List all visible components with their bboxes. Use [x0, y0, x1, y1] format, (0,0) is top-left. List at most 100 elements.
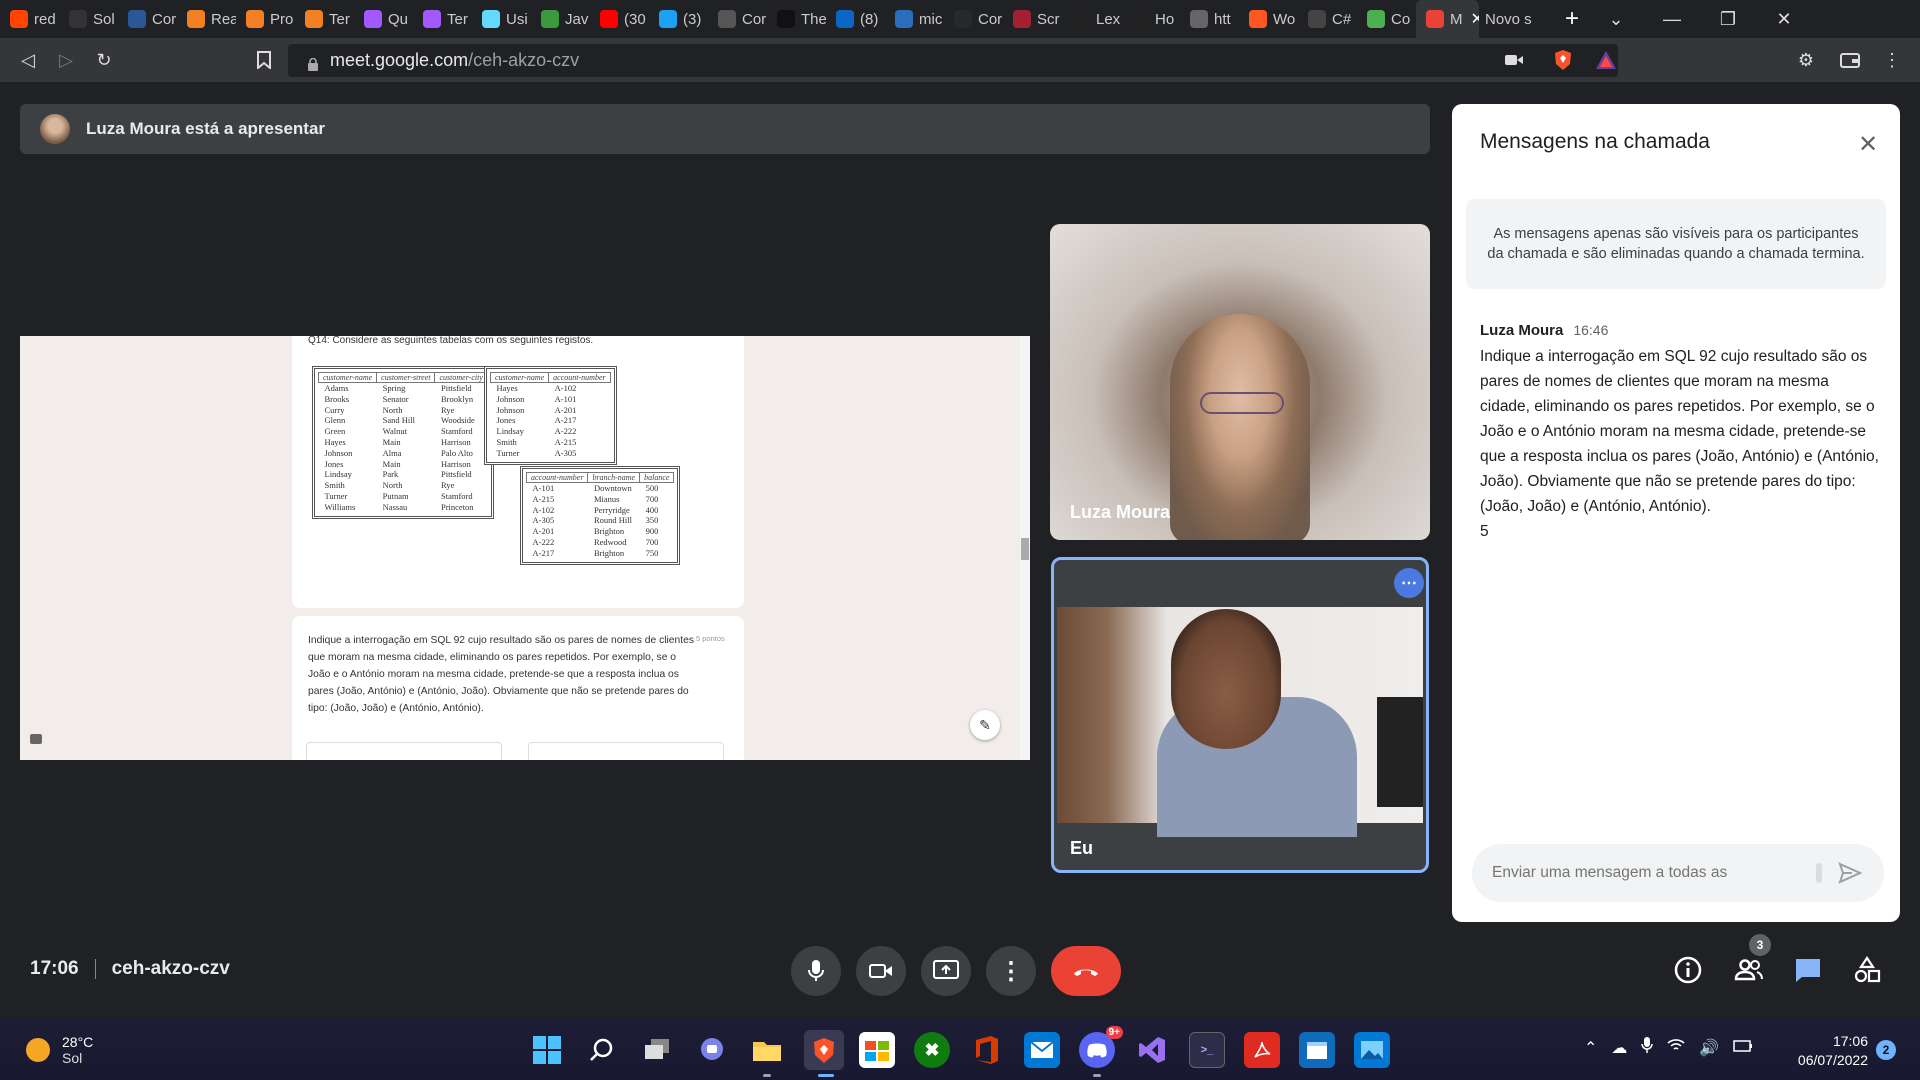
browser-tab[interactable]: Ter	[295, 0, 354, 38]
tab-search-icon[interactable]: ⌄	[1588, 0, 1644, 38]
browser-tab[interactable]: (8)	[826, 0, 885, 38]
depositor-table-grid: customer-name account-number Hayes A-102 J…	[489, 372, 611, 459]
bookmark-icon[interactable]	[248, 44, 280, 76]
participant-tile-self[interactable]: ⋯ Eu	[1051, 557, 1429, 873]
browser-tab[interactable]: Cor	[944, 0, 1003, 38]
wallet-icon[interactable]	[1834, 44, 1866, 76]
microsoft-store-icon[interactable]	[859, 1032, 895, 1068]
chat-input[interactable]	[1492, 864, 1812, 882]
send-icon[interactable]	[1836, 859, 1864, 887]
browser-tab-label: The	[801, 10, 826, 28]
acrobat-reader-icon[interactable]	[1244, 1032, 1280, 1068]
browser-tab[interactable]: mic	[885, 0, 944, 38]
microphone-button[interactable]	[791, 946, 841, 996]
browser-tab[interactable]: Novo s	[1479, 0, 1555, 38]
brave-active-dot	[818, 1074, 834, 1077]
browser-tab[interactable]: Co	[1357, 0, 1416, 38]
participant-tile-luza[interactable]: Luza Moura	[1050, 224, 1430, 540]
browser-tab[interactable]: Qu	[354, 0, 413, 38]
browser-tab[interactable]: Lex	[1062, 0, 1121, 38]
table-row: A-102 Perryridge 400	[527, 505, 674, 516]
camera-in-use-icon[interactable]	[1498, 44, 1530, 76]
photos-icon[interactable]	[1354, 1032, 1390, 1068]
file-explorer-icon[interactable]	[749, 1032, 785, 1068]
window-controls: ⌄ — ❐ ✕	[1588, 0, 1812, 38]
table-cell: Alma	[382, 447, 402, 458]
forward-icon[interactable]: ▷	[50, 44, 82, 76]
browser-tab[interactable]: Pro	[236, 0, 295, 38]
tray-overflow-icon[interactable]: ⌃	[1584, 1038, 1597, 1058]
address-bar[interactable]: meet.google.com/ceh-akzo-czv	[288, 44, 1618, 77]
task-view-icon[interactable]	[639, 1032, 675, 1068]
self-face	[1171, 609, 1281, 749]
extensions-icon[interactable]: ⚙	[1790, 44, 1822, 76]
teams-chat-icon[interactable]	[694, 1032, 730, 1068]
chat-input-box[interactable]	[1472, 844, 1884, 902]
present-screen-button[interactable]	[921, 946, 971, 996]
brave-rewards-icon[interactable]	[1590, 44, 1622, 76]
calendar-icon[interactable]	[1299, 1032, 1335, 1068]
answer-box-right[interactable]	[528, 742, 724, 760]
xbox-icon[interactable]: ✖	[914, 1032, 950, 1068]
brave-taskbar-icon[interactable]	[804, 1030, 844, 1070]
clock[interactable]: 17:06 06/07/2022	[1782, 1032, 1868, 1070]
browser-tab[interactable]: M ✕	[1416, 0, 1479, 38]
weather-widget[interactable]: 28°C Sol	[26, 1034, 93, 1066]
browser-tab[interactable]: Wo	[1239, 0, 1298, 38]
mail-icon[interactable]	[1024, 1032, 1060, 1068]
end-call-button[interactable]	[1051, 946, 1121, 996]
visual-studio-icon[interactable]	[1134, 1032, 1170, 1068]
brave-shield-icon[interactable]	[1547, 44, 1579, 76]
browser-tab[interactable]: C#	[1298, 0, 1357, 38]
chat-close-icon[interactable]: ✕	[1850, 126, 1886, 162]
document-icon	[128, 10, 146, 28]
scrollbar-thumb[interactable]	[1021, 538, 1029, 560]
browser-tab[interactable]: Sol	[59, 0, 118, 38]
browser-tab[interactable]: Cor	[708, 0, 767, 38]
minimize-icon[interactable]: —	[1644, 0, 1700, 38]
feedback-icon[interactable]	[30, 734, 42, 744]
terminal-icon[interactable]: >_	[1189, 1032, 1225, 1068]
browser-tab[interactable]: red	[0, 0, 59, 38]
table-cell: A-215	[554, 436, 577, 447]
activities-button[interactable]	[1843, 946, 1891, 994]
reload-icon[interactable]: ↻	[88, 44, 120, 76]
tab-close-icon[interactable]: ✕	[1471, 9, 1480, 29]
shared-scrollbar[interactable]	[1020, 336, 1030, 760]
discord-running-dot	[1093, 1074, 1101, 1077]
close-window-icon[interactable]: ✕	[1756, 0, 1812, 38]
battery-icon[interactable]	[1733, 1039, 1753, 1057]
browser-tab[interactable]: The	[767, 0, 826, 38]
browser-tab[interactable]: Ho	[1121, 0, 1180, 38]
office-icon[interactable]	[969, 1032, 1005, 1068]
browser-tab[interactable]: Jav	[531, 0, 590, 38]
camera-button[interactable]	[856, 946, 906, 996]
back-icon[interactable]: ◁	[12, 44, 44, 76]
more-options-button[interactable]: ⋮	[986, 946, 1036, 996]
participants-button[interactable]: 3	[1725, 934, 1773, 994]
wifi-icon[interactable]	[1667, 1038, 1685, 1057]
browser-tab[interactable]: Rea	[177, 0, 236, 38]
chat-button[interactable]	[1784, 946, 1832, 994]
answer-box-left[interactable]	[306, 742, 502, 760]
browser-tab[interactable]: Cor	[118, 0, 177, 38]
windows-start-icon[interactable]	[529, 1032, 565, 1068]
edit-pencil-icon[interactable]: ✎	[970, 710, 1000, 740]
browser-tab[interactable]: Usi	[472, 0, 531, 38]
meeting-details-button[interactable]	[1664, 946, 1712, 994]
volume-icon[interactable]: 🔊	[1699, 1038, 1719, 1058]
onedrive-icon[interactable]: ☁	[1611, 1038, 1627, 1058]
notification-badge[interactable]: 2	[1876, 1040, 1896, 1060]
mic-tray-icon[interactable]	[1641, 1036, 1654, 1059]
self-tile-menu-icon[interactable]: ⋯	[1394, 568, 1424, 598]
browser-menu-icon[interactable]: ⋮	[1876, 44, 1908, 76]
browser-tab[interactable]: (3)	[649, 0, 708, 38]
browser-tab[interactable]: (30	[590, 0, 649, 38]
restore-icon[interactable]: ❐	[1700, 0, 1756, 38]
search-icon[interactable]	[584, 1032, 620, 1068]
browser-tab[interactable]: Ter	[413, 0, 472, 38]
depositor-table-header: customer-name account-number	[489, 372, 611, 383]
browser-tab[interactable]: htt	[1180, 0, 1239, 38]
browser-tab[interactable]: Scr	[1003, 0, 1062, 38]
discord-icon[interactable]: 9+	[1079, 1026, 1123, 1068]
